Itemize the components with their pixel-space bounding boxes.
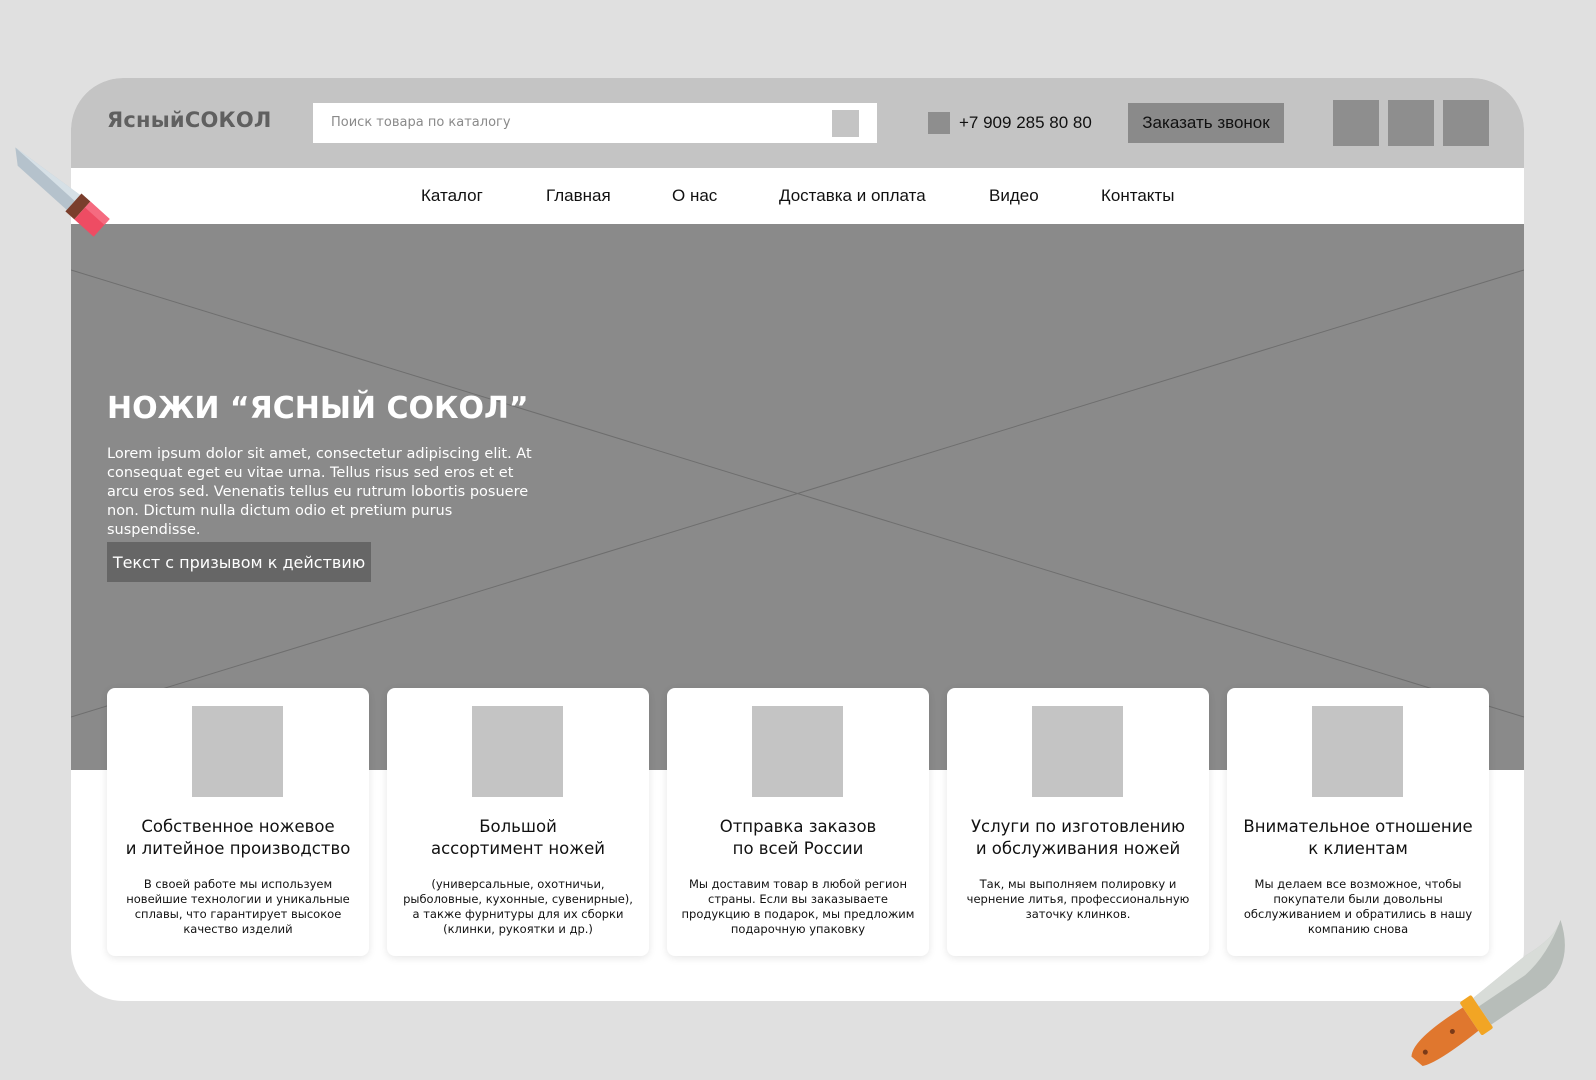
feature-image xyxy=(192,706,283,797)
hero-text: Lorem ipsum dolor sit amet, consectetur … xyxy=(107,446,532,538)
feature-text: Мы доставим товар в любой регион страны.… xyxy=(681,877,915,936)
feature-title: Услуги по изготовлению и обслуживания но… xyxy=(971,817,1185,858)
knife-icon xyxy=(1411,919,1565,1067)
social-icon-3[interactable] xyxy=(1443,100,1489,146)
nav-item-video[interactable]: Видео xyxy=(989,186,1039,206)
callback-button[interactable]: Заказать звонок xyxy=(1128,103,1284,143)
feature-title: Большой ассортимент ножей xyxy=(430,817,606,858)
header: ЯсныйСОКОЛ Поиск товара по каталогу +7 9… xyxy=(71,78,1524,168)
logo[interactable]: ЯсныйСОКОЛ xyxy=(107,108,272,132)
feature-card: Большой ассортимент ножей (универсальные… xyxy=(387,688,649,956)
phone-number[interactable]: +7 909 285 80 80 xyxy=(959,113,1092,133)
hero-title: НОЖИ “ЯСНЫЙ СОКОЛ” xyxy=(107,391,529,426)
nav-item-contacts[interactable]: Контакты xyxy=(1101,186,1174,206)
feature-card: Отправка заказов по всей России Мы доста… xyxy=(667,688,929,956)
feature-title: Внимательное отношение к клиентам xyxy=(1243,817,1473,858)
nav-item-about[interactable]: О нас xyxy=(672,186,717,206)
knife-icon xyxy=(15,147,110,237)
feature-text: Так, мы выполняем полировку и чернение л… xyxy=(966,877,1190,921)
nav-item-delivery[interactable]: Доставка и оплата xyxy=(779,186,926,206)
feature-title: Отправка заказов по всей России xyxy=(719,817,877,858)
feature-title: Собственное ножевое и литейное производс… xyxy=(125,817,351,858)
search-input[interactable]: Поиск товара по каталогу xyxy=(331,115,511,130)
feature-text: (универсальные, охотничьи, рыболовные, к… xyxy=(403,877,633,936)
feature-image xyxy=(1032,706,1123,797)
feature-text: В своей работе мы используем новейшие те… xyxy=(126,877,350,936)
phone-icon xyxy=(928,112,950,134)
feature-image xyxy=(1312,706,1403,797)
social-icon-1[interactable] xyxy=(1333,100,1379,146)
nav-item-catalog[interactable]: Каталог xyxy=(421,186,483,206)
search-bar[interactable]: Поиск товара по каталогу xyxy=(313,103,877,143)
feature-image xyxy=(752,706,843,797)
feature-card: Внимательное отношение к клиентам Мы дел… xyxy=(1227,688,1489,956)
social-icon-2[interactable] xyxy=(1388,100,1434,146)
nav-item-home[interactable]: Главная xyxy=(546,186,611,206)
feature-card: Собственное ножевое и литейное производс… xyxy=(107,688,369,956)
feature-card: Услуги по изготовлению и обслуживания но… xyxy=(947,688,1209,956)
search-button[interactable] xyxy=(832,110,859,137)
main-nav: Каталог Главная О нас Доставка и оплата … xyxy=(71,168,1524,224)
feature-image xyxy=(472,706,563,797)
page-frame: ЯсныйСОКОЛ Поиск товара по каталогу +7 9… xyxy=(71,78,1524,1001)
cta-button[interactable]: Текст с призывом к действию xyxy=(107,542,371,582)
